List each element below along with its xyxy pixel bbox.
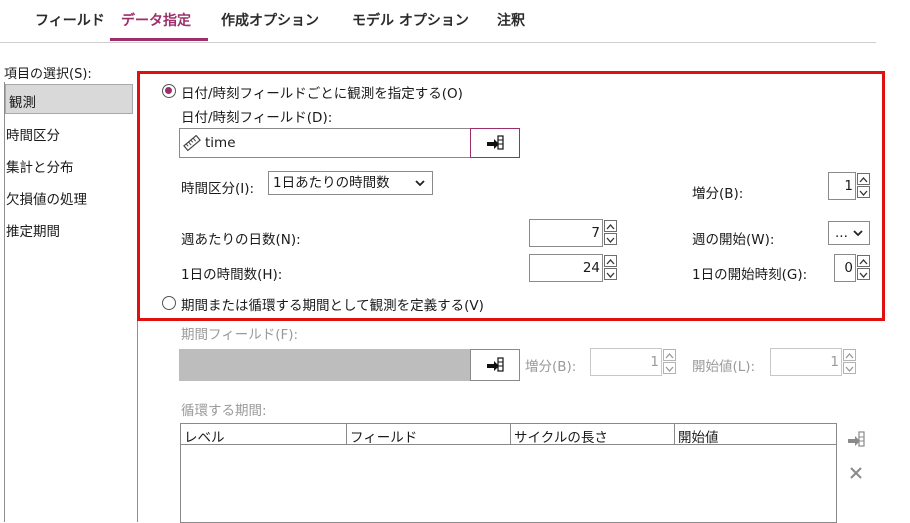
spin-down-icon[interactable]	[604, 233, 617, 245]
spin-down-icon[interactable]	[604, 268, 617, 280]
spin-down-icon[interactable]	[663, 362, 676, 374]
hours-per-day-label: 1日の時間数(H):	[181, 267, 283, 283]
chevron-down-icon	[853, 230, 863, 237]
datetime-field-label: 日付/時刻フィールド(D):	[181, 110, 333, 126]
ruler-icon	[183, 135, 201, 151]
column-header-field[interactable]: フィールド	[347, 424, 511, 446]
active-tab-indicator	[110, 38, 208, 41]
period-field-picker-button[interactable]	[470, 349, 520, 381]
day-start-label: 1日の開始時刻(G):	[692, 267, 808, 283]
list-item-aggregation[interactable]: 集計と分布	[6, 156, 74, 176]
spin-down-icon[interactable]	[857, 268, 870, 280]
tab-build-options[interactable]: 作成オプション	[221, 10, 319, 30]
column-header-start-value[interactable]: 開始値	[675, 424, 836, 446]
spin-up-icon[interactable]	[663, 349, 676, 361]
datetime-field-picker-button[interactable]	[470, 128, 520, 158]
delete-x-icon[interactable]	[848, 465, 864, 481]
datetime-field-value: time	[205, 135, 236, 151]
tab-fields[interactable]: フィールド	[35, 10, 105, 30]
period-increment-input[interactable]: 1	[590, 348, 662, 376]
days-per-week-input[interactable]: 7	[529, 219, 603, 247]
tab-annotations[interactable]: 注釈	[497, 10, 525, 30]
period-field-input[interactable]	[179, 349, 471, 381]
spin-up-icon[interactable]	[857, 173, 870, 185]
increment-spinner[interactable]	[857, 173, 871, 199]
radio-by-period-label: 期間または循環する期間として観測を定義する(V)	[181, 298, 484, 314]
field-picker-icon	[487, 357, 504, 372]
tab-data-spec[interactable]: データ指定	[121, 10, 191, 30]
spin-up-icon[interactable]	[604, 255, 617, 267]
hours-per-day-input[interactable]: 24	[529, 254, 603, 282]
list-item-missing-values[interactable]: 欠損値の処理	[6, 188, 87, 208]
item-list	[4, 82, 138, 522]
week-start-value: ...	[835, 225, 848, 241]
day-start-input[interactable]: 0	[834, 254, 856, 282]
period-increment-spinner[interactable]	[663, 349, 677, 375]
spin-up-icon[interactable]	[843, 349, 856, 361]
spin-down-icon[interactable]	[843, 362, 856, 374]
item-select-label: 項目の選択(S):	[4, 67, 92, 82]
field-picker-icon	[487, 135, 504, 150]
week-start-label: 週の開始(W):	[692, 232, 775, 248]
list-item-estimation-period[interactable]: 推定期間	[6, 220, 60, 240]
field-picker-icon[interactable]	[846, 430, 866, 448]
column-header-level[interactable]: レベル	[181, 424, 347, 446]
hours-per-day-spinner[interactable]	[604, 255, 618, 281]
day-start-spinner[interactable]	[857, 255, 871, 281]
increment-label: 増分(B):	[692, 186, 744, 202]
radio-by-period[interactable]	[162, 296, 176, 310]
radio-by-datetime[interactable]	[162, 84, 176, 98]
spin-down-icon[interactable]	[857, 186, 870, 198]
cyclic-periods-table: レベル フィールド サイクルの長さ 開始値	[180, 423, 837, 523]
week-start-select[interactable]: ...	[828, 221, 870, 245]
column-header-cycle-length[interactable]: サイクルの長さ	[511, 424, 675, 446]
radio-by-datetime-label: 日付/時刻フィールドごとに観測を指定する(O)	[181, 86, 463, 102]
tab-model-options[interactable]: モデル オプション	[352, 10, 469, 30]
period-start-spinner[interactable]	[843, 349, 857, 375]
interval-select[interactable]: 1日あたりの時間数	[268, 171, 433, 195]
interval-label: 時間区分(I):	[181, 181, 255, 197]
list-item-observations[interactable]: 観測	[5, 84, 133, 114]
cyclic-periods-label: 循環する期間:	[181, 403, 267, 419]
period-start-input[interactable]: 1	[770, 348, 842, 376]
increment-input[interactable]: 1	[828, 172, 856, 200]
spin-up-icon[interactable]	[857, 255, 870, 267]
tab-divider	[0, 42, 876, 43]
chevron-down-icon	[415, 180, 425, 187]
days-per-week-spinner[interactable]	[604, 220, 618, 246]
period-start-label: 開始値(L):	[692, 359, 756, 375]
period-increment-label: 増分(B):	[525, 359, 577, 375]
days-per-week-label: 週あたりの日数(N):	[181, 232, 301, 248]
spin-up-icon[interactable]	[604, 220, 617, 232]
list-item-time-interval[interactable]: 時間区分	[6, 124, 60, 144]
interval-select-value: 1日あたりの時間数	[273, 175, 390, 191]
period-field-label: 期間フィールド(F):	[181, 327, 299, 343]
